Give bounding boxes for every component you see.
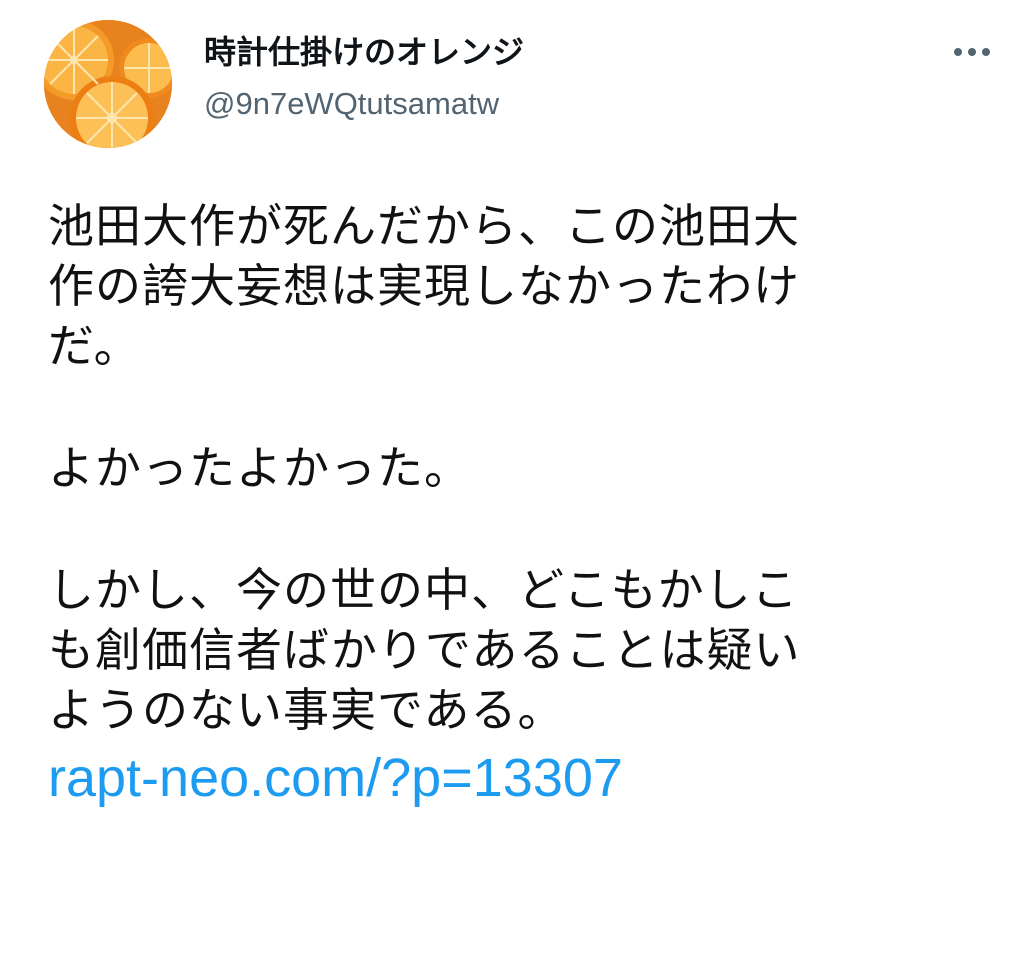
more-options-icon[interactable] [944, 34, 1000, 70]
orange-slices-avatar-icon[interactable] [44, 20, 172, 148]
tweet-text-line: よかったよかった。 [48, 441, 471, 495]
display-name[interactable]: 時計仕掛けのオレンジ [204, 30, 524, 74]
user-handle[interactable]: @9n7eWQtutsamatw [204, 82, 499, 126]
tweet: 時計仕掛けのオレンジ @9n7eWQtutsamatw 池田大作が死んだから、こ… [0, 0, 1024, 958]
tweet-text-line: だ。 [48, 319, 141, 373]
tweet-text-line: しかし、今の世の中、どこもかしこ [48, 563, 799, 617]
tweet-link[interactable]: rapt-neo.com/?p=13307 [48, 746, 968, 810]
tweet-text-line: 池田大作が死んだから、この池田大 [48, 199, 800, 253]
tweet-text-line: も創価信者ばかりであることは疑い [48, 623, 801, 677]
tweet-text: 池田大作が死んだから、この池田大 作の誇大妄想は実現しなかったわけ だ。 よかっ… [48, 196, 968, 810]
tweet-text-line: ようのない事実である。 [48, 683, 565, 737]
tweet-text-line: 作の誇大妄想は実現しなかったわけ [48, 259, 800, 313]
